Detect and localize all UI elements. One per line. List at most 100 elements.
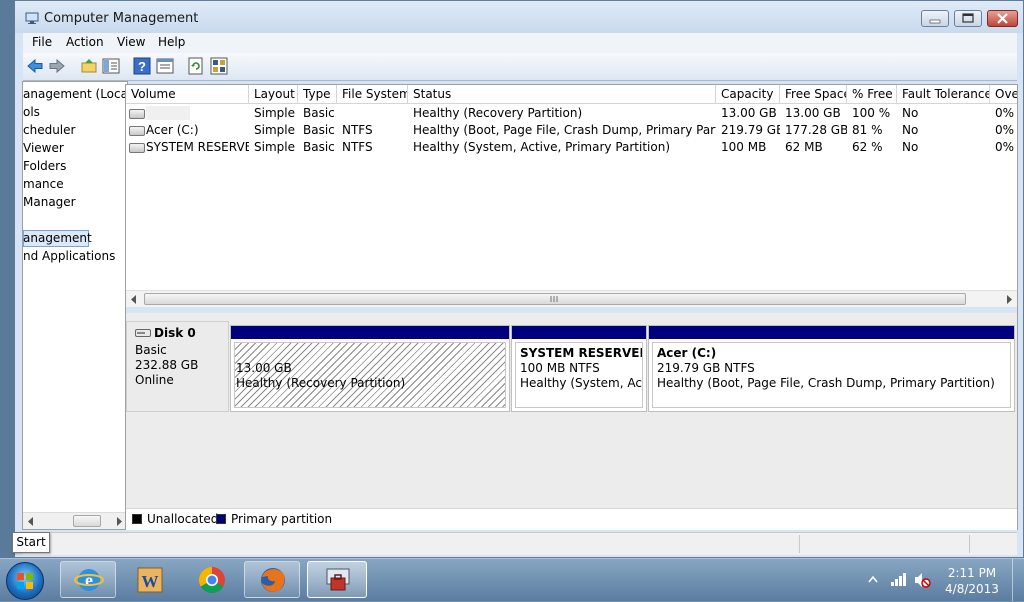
- partition-system-reserved-body: SYSTEM RESERVED 100 MB NTFS Healthy (Sys…: [515, 342, 643, 408]
- partition-size: 13.00 GB: [236, 361, 292, 375]
- partition-size: 219.79 GB NTFS: [657, 361, 755, 375]
- partition-type-bar: [231, 326, 509, 339]
- column-header-status[interactable]: Status: [408, 85, 716, 103]
- tree-scroll-thumb[interactable]: [73, 515, 101, 527]
- forward-arrow-icon[interactable]: [48, 57, 66, 75]
- tree-item-event-viewer[interactable]: Viewer: [23, 141, 64, 155]
- tree-item-performance[interactable]: mance: [23, 177, 64, 191]
- partition-acer-c-body: Acer (C:) 219.79 GB NTFS Healthy (Boot, …: [652, 342, 1011, 408]
- volume-list-pane: Volume Layout Type File System Status Ca…: [125, 84, 1018, 530]
- partition-status: Healthy (Boot, Page File, Crash Dump, Pr…: [657, 376, 995, 390]
- up-folder-icon[interactable]: [80, 57, 98, 75]
- table-row[interactable]: SYSTEM RESERVED Simple Basic NTFS Health…: [126, 139, 1017, 156]
- window-title: Computer Management: [44, 11, 199, 26]
- tree-item-task-scheduler[interactable]: cheduler: [23, 123, 75, 137]
- menu-action[interactable]: Action: [66, 35, 104, 49]
- svg-text:?: ?: [138, 59, 146, 74]
- title-bar[interactable]: Computer Management: [15, 1, 1023, 33]
- cell-capacity: 100 MB: [721, 140, 767, 154]
- disk-0-info[interactable]: Disk 0 Basic 232.88 GB Online: [126, 321, 229, 412]
- computer-management-icon: [326, 568, 350, 591]
- table-row[interactable]: Acer (C:) Simple Basic NTFS Healthy (Boo…: [126, 122, 1017, 139]
- scroll-right-arrow-icon[interactable]: [115, 517, 123, 526]
- column-header-capacity[interactable]: Capacity: [716, 85, 780, 103]
- column-header-file-system[interactable]: File System: [337, 85, 408, 103]
- legend-label-unallocated: Unallocated: [147, 512, 219, 526]
- status-bar: [23, 532, 1017, 555]
- partition-acer-c[interactable]: Acer (C:) 219.79 GB NTFS Healthy (Boot, …: [648, 325, 1015, 412]
- tree-item-shared-folders[interactable]: Folders: [23, 159, 66, 173]
- cell-capacity: 13.00 GB: [721, 106, 777, 120]
- close-button[interactable]: [987, 10, 1018, 27]
- taskbar-computer-management[interactable]: [307, 561, 367, 598]
- desktop-background: [0, 0, 14, 560]
- maximize-icon: [962, 13, 974, 23]
- volume-list-horizontal-scrollbar[interactable]: [126, 290, 1017, 307]
- minimize-button[interactable]: [921, 10, 949, 27]
- show-desktop-button[interactable]: [1012, 559, 1024, 601]
- cell-volume: Acer (C:): [146, 123, 199, 137]
- tree-item-system-tools[interactable]: ols: [23, 105, 40, 119]
- maximize-button[interactable]: [954, 10, 982, 27]
- taskbar-word[interactable]: W: [121, 561, 177, 598]
- column-header-free-space[interactable]: Free Space: [780, 85, 847, 103]
- partition-status: Healthy (System, Activ: [520, 376, 642, 390]
- status-divider: [969, 535, 970, 553]
- word-icon: W: [137, 567, 163, 593]
- column-header-type[interactable]: Type: [298, 85, 337, 103]
- tree-item-disk-management[interactable]: anagement: [23, 231, 92, 245]
- scroll-left-arrow-icon[interactable]: [27, 517, 35, 526]
- help-icon[interactable]: ?: [133, 57, 151, 75]
- scroll-right-arrow-icon[interactable]: [1005, 295, 1013, 304]
- disk-map-area: Disk 0 Basic 232.88 GB Online 13.00 GB H…: [126, 313, 1017, 508]
- menu-help[interactable]: Help: [158, 35, 185, 49]
- volume-list-scroll-thumb[interactable]: [144, 293, 966, 305]
- cell-overhead: 0%: [995, 140, 1015, 154]
- menu-bar: File Action View Help: [23, 33, 1017, 53]
- network-signal-icon[interactable]: [890, 571, 908, 587]
- taskbar: e W 2:11 PM 4/8/2013: [0, 558, 1024, 601]
- table-row[interactable]: Simple Basic Healthy (Recovery Partition…: [126, 105, 1017, 122]
- partition-name: Acer (C:): [657, 346, 717, 360]
- svg-text:e: e: [85, 570, 93, 590]
- column-header-overhead[interactable]: Ove: [990, 85, 1017, 103]
- clock-time: 2:11 PM: [947, 566, 997, 580]
- tree-item-services-and-applications[interactable]: nd Applications: [23, 249, 115, 263]
- taskbar-chrome[interactable]: [183, 561, 239, 598]
- cell-percent-free: 100 %: [852, 106, 891, 120]
- column-header-percent-free[interactable]: % Free: [847, 85, 897, 103]
- partition-recovery[interactable]: 13.00 GB Healthy (Recovery Partition): [230, 325, 510, 412]
- refresh-icon[interactable]: [187, 57, 205, 75]
- minimize-icon: [929, 19, 941, 24]
- system-clock[interactable]: 2:11 PM 4/8/2013: [936, 565, 1008, 597]
- menu-file[interactable]: File: [32, 35, 52, 49]
- tree-item-computer-management-local[interactable]: anagement (Local): [23, 87, 127, 101]
- disk-size: 232.88 GB: [135, 358, 199, 372]
- column-header-volume[interactable]: Volume: [126, 85, 249, 103]
- cell-file-system: NTFS: [342, 123, 373, 137]
- partition-type-bar: [512, 326, 646, 339]
- volume-muted-icon[interactable]: [913, 571, 931, 589]
- tree-horizontal-scrollbar[interactable]: [23, 512, 127, 529]
- scroll-left-arrow-icon[interactable]: [130, 295, 138, 304]
- disk-name: Disk 0: [154, 326, 196, 340]
- cell-free-space: 177.28 GB: [785, 123, 847, 137]
- computer-management-window: Computer Management File Action View Hel…: [14, 0, 1024, 558]
- partition-system-reserved[interactable]: SYSTEM RESERVED 100 MB NTFS Healthy (Sys…: [511, 325, 647, 412]
- firefox-icon: [261, 568, 285, 592]
- cell-layout: Simple: [254, 123, 295, 137]
- properties-icon[interactable]: [156, 57, 174, 75]
- show-hidden-icons-chevron-icon[interactable]: [868, 575, 878, 583]
- cell-file-system: [337, 105, 408, 122]
- taskbar-firefox[interactable]: [244, 561, 300, 598]
- back-arrow-icon[interactable]: [26, 57, 44, 75]
- column-header-layout[interactable]: Layout: [249, 85, 298, 103]
- taskbar-internet-explorer[interactable]: e: [60, 561, 116, 598]
- tree-item-device-manager[interactable]: Manager: [23, 195, 76, 209]
- menu-view[interactable]: View: [117, 35, 145, 49]
- export-list-icon[interactable]: [210, 57, 228, 75]
- start-button[interactable]: [6, 562, 44, 600]
- column-header-fault-tolerance[interactable]: Fault Tolerance: [897, 85, 990, 103]
- show-hide-console-tree-icon[interactable]: [102, 57, 120, 75]
- internet-explorer-icon: e: [74, 569, 104, 591]
